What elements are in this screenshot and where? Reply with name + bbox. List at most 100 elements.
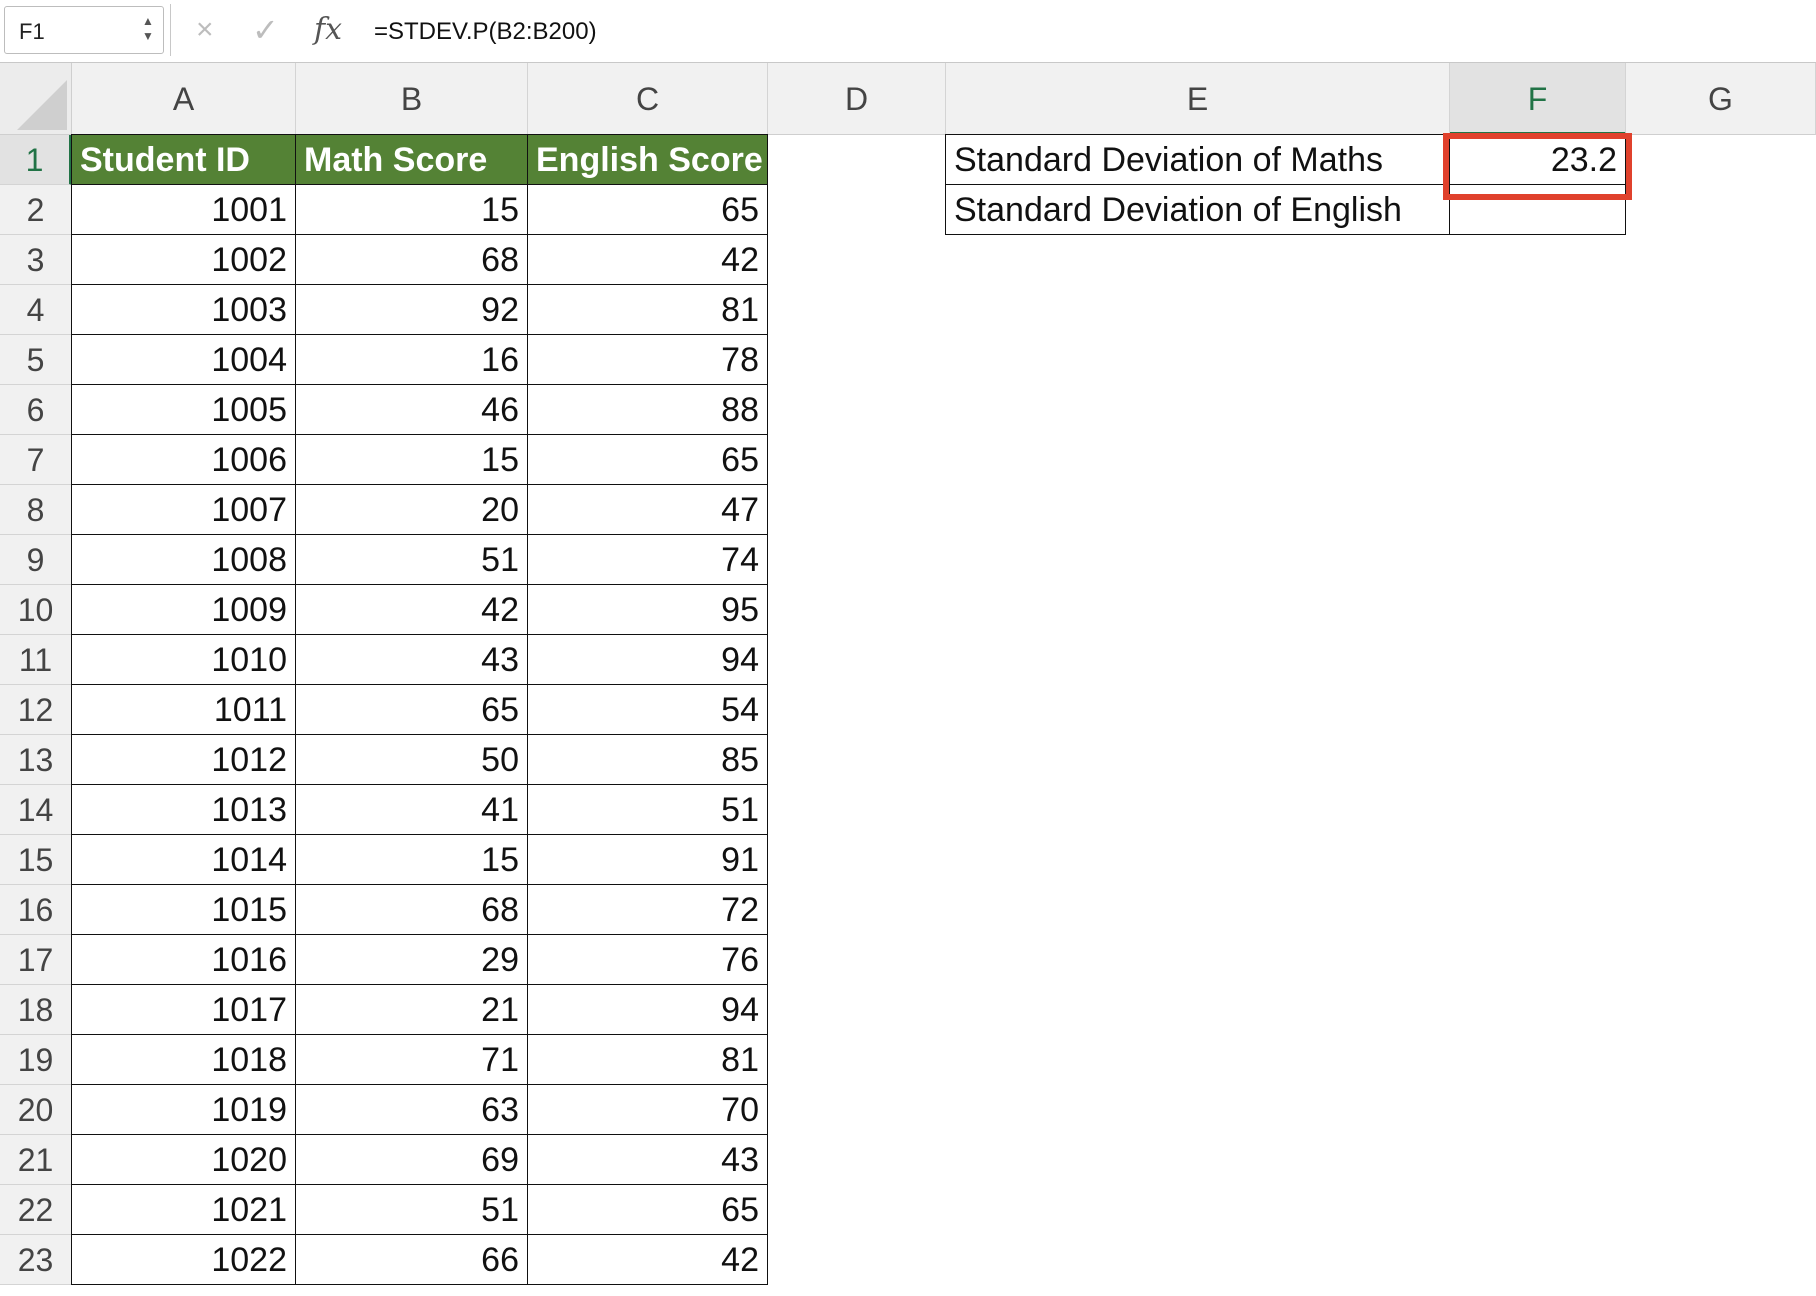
table-cell[interactable]: 1004 (71, 334, 296, 385)
table-cell[interactable]: 51 (527, 784, 768, 835)
column-header-d[interactable]: D (768, 63, 946, 135)
cancel-icon[interactable]: × (196, 10, 214, 50)
table-cell[interactable]: 68 (295, 884, 528, 935)
row-header-21[interactable]: 21 (0, 1135, 72, 1185)
table-cell[interactable]: 91 (527, 834, 768, 885)
row-header-19[interactable]: 19 (0, 1035, 72, 1085)
table-cell[interactable]: 42 (527, 234, 768, 285)
table-cell[interactable]: 1021 (71, 1184, 296, 1235)
table-cell[interactable]: 1014 (71, 834, 296, 885)
table-cell[interactable]: 66 (295, 1234, 528, 1285)
table-cell[interactable]: 15 (295, 834, 528, 885)
table-cell[interactable]: 54 (527, 684, 768, 735)
table-cell[interactable]: 1007 (71, 484, 296, 535)
row-header-23[interactable]: 23 (0, 1235, 72, 1285)
table-cell[interactable]: 76 (527, 934, 768, 985)
table-cell[interactable]: 1011 (71, 684, 296, 735)
row-header-4[interactable]: 4 (0, 285, 72, 335)
column-header-b[interactable]: B (296, 63, 528, 135)
table-cell[interactable]: 1008 (71, 534, 296, 585)
table-cell[interactable]: 65 (527, 434, 768, 485)
summary-label-cell[interactable]: Standard Deviation of English (945, 184, 1450, 235)
column-header-c[interactable]: C (528, 63, 768, 135)
table-cell[interactable]: 41 (295, 784, 528, 835)
table-cell[interactable]: 20 (295, 484, 528, 535)
table-cell[interactable]: 21 (295, 984, 528, 1035)
row-header-8[interactable]: 8 (0, 485, 72, 535)
table-cell[interactable]: 1006 (71, 434, 296, 485)
table-cell[interactable]: 63 (295, 1084, 528, 1135)
table-cell[interactable]: 65 (527, 1184, 768, 1235)
name-box[interactable]: F1 ▲ ▼ (4, 6, 164, 54)
table-cell[interactable]: 43 (527, 1134, 768, 1185)
table-cell[interactable]: 1018 (71, 1034, 296, 1085)
table-cell[interactable]: 16 (295, 334, 528, 385)
row-header-7[interactable]: 7 (0, 435, 72, 485)
row-header-2[interactable]: 2 (0, 185, 72, 235)
column-header-e[interactable]: E (946, 63, 1450, 135)
column-header-g[interactable]: G (1626, 63, 1816, 135)
row-header-9[interactable]: 9 (0, 535, 72, 585)
table-cell[interactable]: 71 (295, 1034, 528, 1085)
table-cell[interactable]: 50 (295, 734, 528, 785)
table-cell[interactable]: 68 (295, 234, 528, 285)
table-cell[interactable]: 1020 (71, 1134, 296, 1185)
insert-function-icon[interactable]: fx (314, 10, 342, 50)
table-cell[interactable]: 46 (295, 384, 528, 435)
table-cell[interactable]: 65 (527, 184, 768, 235)
table-cell[interactable]: 29 (295, 934, 528, 985)
row-header-14[interactable]: 14 (0, 785, 72, 835)
table-cell[interactable]: 1017 (71, 984, 296, 1035)
table-cell[interactable]: 81 (527, 284, 768, 335)
table-cell[interactable]: 1002 (71, 234, 296, 285)
row-header-22[interactable]: 22 (0, 1185, 72, 1235)
table-cell[interactable]: 69 (295, 1134, 528, 1185)
table-header-cell[interactable]: Math Score (295, 134, 528, 185)
table-cell[interactable]: 1001 (71, 184, 296, 235)
table-cell[interactable]: 47 (527, 484, 768, 535)
row-header-11[interactable]: 11 (0, 635, 72, 685)
table-header-cell[interactable]: Student ID (71, 134, 296, 185)
table-cell[interactable]: 43 (295, 634, 528, 685)
table-cell[interactable]: 81 (527, 1034, 768, 1085)
table-cell[interactable]: 92 (295, 284, 528, 335)
table-header-cell[interactable]: English Score (527, 134, 768, 185)
table-cell[interactable]: 51 (295, 534, 528, 585)
row-header-17[interactable]: 17 (0, 935, 72, 985)
row-header-12[interactable]: 12 (0, 685, 72, 735)
table-cell[interactable]: 1015 (71, 884, 296, 935)
table-cell[interactable]: 95 (527, 584, 768, 635)
table-cell[interactable]: 1005 (71, 384, 296, 435)
row-header-18[interactable]: 18 (0, 985, 72, 1035)
select-all-corner[interactable] (0, 63, 72, 135)
table-cell[interactable]: 1012 (71, 734, 296, 785)
table-cell[interactable]: 1016 (71, 934, 296, 985)
column-header-a[interactable]: A (72, 63, 296, 135)
enter-icon[interactable]: ✓ (252, 10, 279, 50)
row-header-1[interactable]: 1 (0, 135, 72, 185)
formula-input[interactable]: =STDEV.P(B2:B200) (374, 18, 597, 46)
row-header-20[interactable]: 20 (0, 1085, 72, 1135)
table-cell[interactable]: 74 (527, 534, 768, 585)
table-cell[interactable]: 1013 (71, 784, 296, 835)
row-header-5[interactable]: 5 (0, 335, 72, 385)
table-cell[interactable]: 42 (295, 584, 528, 635)
table-cell[interactable]: 72 (527, 884, 768, 935)
column-header-f[interactable]: F (1450, 63, 1626, 135)
table-cell[interactable]: 94 (527, 634, 768, 685)
table-cell[interactable]: 1019 (71, 1084, 296, 1135)
row-header-13[interactable]: 13 (0, 735, 72, 785)
table-cell[interactable]: 15 (295, 184, 528, 235)
table-cell[interactable]: 70 (527, 1084, 768, 1135)
table-cell[interactable]: 94 (527, 984, 768, 1035)
table-cell[interactable]: 15 (295, 434, 528, 485)
table-cell[interactable]: 1022 (71, 1234, 296, 1285)
row-header-10[interactable]: 10 (0, 585, 72, 635)
row-header-3[interactable]: 3 (0, 235, 72, 285)
row-header-16[interactable]: 16 (0, 885, 72, 935)
name-box-stepper-icon[interactable]: ▲ ▼ (141, 14, 155, 46)
table-cell[interactable]: 1010 (71, 634, 296, 685)
summary-label-cell[interactable]: Standard Deviation of Maths (945, 134, 1450, 185)
table-cell[interactable]: 1003 (71, 284, 296, 335)
row-header-15[interactable]: 15 (0, 835, 72, 885)
